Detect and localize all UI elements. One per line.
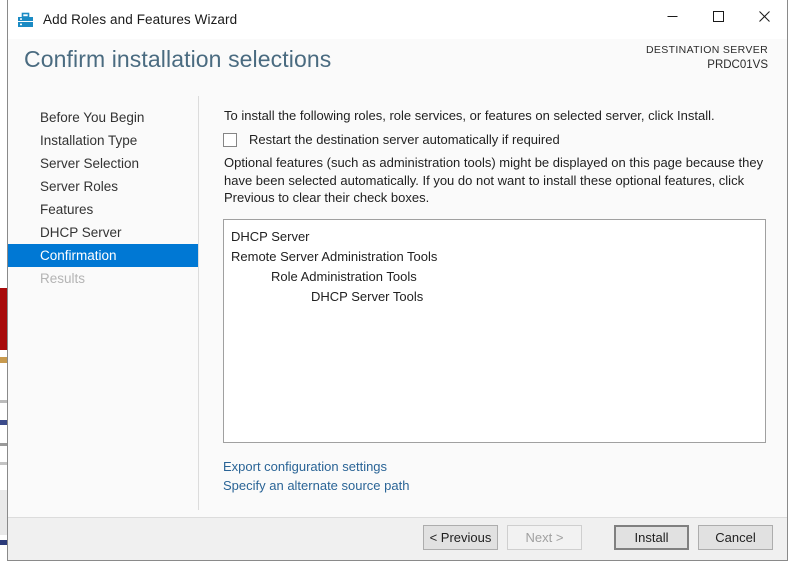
sidebar-item-confirmation[interactable]: Confirmation <box>8 244 198 267</box>
restart-checkbox-label[interactable]: Restart the destination server automatic… <box>249 132 560 147</box>
intro-text: To install the following roles, role ser… <box>224 108 715 123</box>
minimize-icon <box>667 15 677 17</box>
backdrop-strip <box>0 540 7 545</box>
destination-server-block: DESTINATION SERVER PRDC01VS <box>646 43 768 73</box>
backdrop-strip <box>0 400 7 403</box>
window-title: Add Roles and Features Wizard <box>43 12 238 27</box>
cancel-button[interactable]: Cancel <box>698 525 773 550</box>
add-roles-and-features-wizard-window: Add Roles and Features Wizard Confirm in… <box>7 0 788 561</box>
sidebar-item-results: Results <box>40 271 86 286</box>
close-button[interactable] <box>741 0 787 32</box>
next-button: Next > <box>507 525 582 550</box>
sidebar-item-installation-type[interactable]: Installation Type <box>8 129 198 152</box>
backdrop-red-strip <box>0 288 7 350</box>
header-band: Confirm installation selections DESTINAT… <box>8 39 787 96</box>
selections-listbox[interactable]: DHCP Server Remote Server Administration … <box>223 219 766 443</box>
selection-item: DHCP Server <box>231 229 310 244</box>
backdrop-strip <box>0 420 7 425</box>
selections-list: DHCP Server Remote Server Administration … <box>224 220 765 307</box>
footer-bar: < Previous Next > Install Cancel <box>8 517 787 560</box>
sidebar-item-features[interactable]: Features <box>8 198 198 221</box>
title-bar: Add Roles and Features Wizard <box>8 0 787 39</box>
link-specify-an-alternate-source-path[interactable]: Specify an alternate source path <box>223 476 409 495</box>
wizard-sidebar: Before You Begin Installation Type Server … <box>8 96 198 517</box>
server-tools-icon <box>17 11 34 28</box>
footer-buttons: < Previous Next > Install Cancel <box>423 525 773 550</box>
links-block: Export configuration settings Specify an … <box>223 457 409 495</box>
sidebar-item-server-roles[interactable]: Server Roles <box>8 175 198 198</box>
link-export-configuration-settings[interactable]: Export configuration settings <box>223 457 409 476</box>
backdrop-strip <box>0 490 7 535</box>
maximize-icon <box>712 10 724 22</box>
page-title: Confirm installation selections <box>24 46 332 72</box>
sidebar-item-server-selection[interactable]: Server Selection <box>8 152 198 175</box>
main-content: To install the following roles, role ser… <box>199 96 787 517</box>
backdrop-strip <box>0 462 7 465</box>
selection-item: DHCP Server Tools <box>311 289 424 304</box>
backdrop-strip <box>0 357 7 363</box>
close-icon <box>758 10 770 22</box>
selection-item: Role Administration Tools <box>271 269 417 284</box>
wizard-body: Before You Begin Installation Type Server … <box>8 96 787 517</box>
restart-checkbox-row[interactable]: Restart the destination server automatic… <box>223 132 560 147</box>
previous-button[interactable]: < Previous <box>423 525 498 550</box>
sidebar-item-dhcp-server[interactable]: DHCP Server <box>8 221 198 244</box>
selection-item: Remote Server Administration Tools <box>231 249 438 264</box>
backdrop-strip <box>0 443 7 446</box>
sidebar-item-before-you-begin[interactable]: Before You Begin <box>8 106 198 129</box>
sidebar-list: Before You Begin Installation Type Server … <box>8 96 198 290</box>
destination-server-label: DESTINATION SERVER <box>645 44 768 56</box>
optional-features-text: Optional features (such as administratio… <box>224 155 764 205</box>
restart-checkbox[interactable] <box>223 132 237 147</box>
destination-server-value: PRDC01VS <box>707 59 768 71</box>
minimize-button[interactable] <box>649 0 695 32</box>
window-controls <box>649 0 787 32</box>
maximize-button[interactable] <box>695 0 741 32</box>
install-button[interactable]: Install <box>614 525 689 550</box>
